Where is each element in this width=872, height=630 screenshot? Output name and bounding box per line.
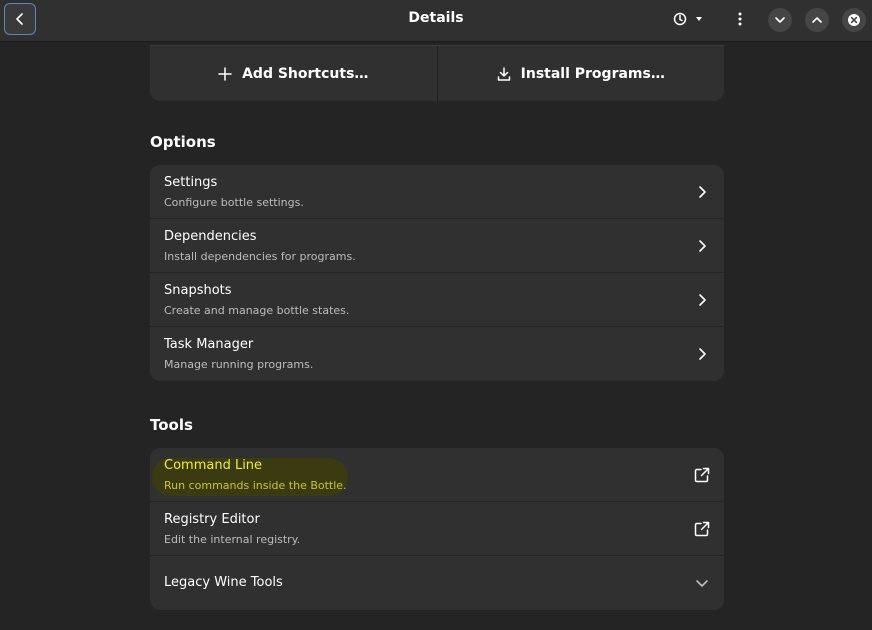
install-programs-button[interactable]: Install Programs… [438, 46, 725, 101]
dependencies-row[interactable]: Dependencies Install dependencies for pr… [150, 219, 724, 273]
legacy-wine-tools-row[interactable]: Legacy Wine Tools [150, 556, 724, 610]
power-icon [673, 12, 702, 26]
registry-editor-subtitle: Edit the internal registry. [164, 533, 301, 546]
task-manager-row[interactable]: Task Manager Manage running programs. [150, 327, 724, 381]
header-bar: Details [0, 0, 872, 42]
kebab-menu-icon [738, 12, 742, 26]
close-button[interactable] [842, 8, 866, 32]
options-list: Settings Configure bottle settings. Depe… [150, 165, 724, 381]
legacy-wine-tools-title: Legacy Wine Tools [164, 575, 283, 590]
chevron-right-icon [692, 290, 712, 310]
maximize-button[interactable] [805, 8, 829, 32]
program-actions-bar: Add Shortcuts… Install Programs… [150, 45, 724, 101]
snapshots-title: Snapshots [164, 283, 232, 298]
settings-row[interactable]: Settings Configure bottle settings. [150, 165, 724, 219]
install-programs-label: Install Programs… [520, 65, 665, 82]
command-line-row[interactable]: Command Line Run commands inside the Bot… [150, 448, 724, 502]
download-icon [497, 66, 510, 81]
close-icon [848, 14, 860, 26]
settings-subtitle: Configure bottle settings. [164, 196, 304, 209]
add-shortcuts-button[interactable]: Add Shortcuts… [150, 46, 437, 101]
tools-list: Command Line Run commands inside the Bot… [150, 448, 724, 610]
settings-title: Settings [164, 175, 218, 190]
command-line-title: Command Line [164, 458, 263, 473]
chevron-down-icon [775, 17, 785, 23]
command-line-subtitle: Run commands inside the Bottle. [164, 479, 347, 492]
power-menu-button[interactable] [670, 8, 710, 30]
snapshots-row[interactable]: Snapshots Create and manage bottle state… [150, 273, 724, 327]
minimize-button[interactable] [768, 8, 792, 32]
chevron-down-icon [692, 573, 712, 593]
external-link-icon [692, 519, 712, 539]
plus-icon [218, 66, 232, 81]
chevron-right-icon [692, 344, 712, 364]
main-menu-button[interactable] [730, 8, 750, 30]
registry-editor-row[interactable]: Registry Editor Edit the internal regist… [150, 502, 724, 556]
chevron-up-icon [812, 17, 822, 23]
registry-editor-title: Registry Editor [164, 512, 260, 527]
options-heading: Options [150, 133, 216, 151]
tools-heading: Tools [150, 416, 193, 434]
dependencies-subtitle: Install dependencies for programs. [164, 250, 356, 263]
chevron-right-icon [692, 182, 712, 202]
bottles-details-window: Details Add Shortcuts… Install Programs…… [0, 0, 872, 630]
dependencies-title: Dependencies [164, 229, 257, 244]
snapshots-subtitle: Create and manage bottle states. [164, 304, 350, 317]
chevron-right-icon [692, 236, 712, 256]
add-shortcuts-label: Add Shortcuts… [242, 65, 369, 82]
external-link-icon [692, 465, 712, 485]
task-manager-subtitle: Manage running programs. [164, 358, 314, 371]
task-manager-title: Task Manager [164, 337, 254, 352]
